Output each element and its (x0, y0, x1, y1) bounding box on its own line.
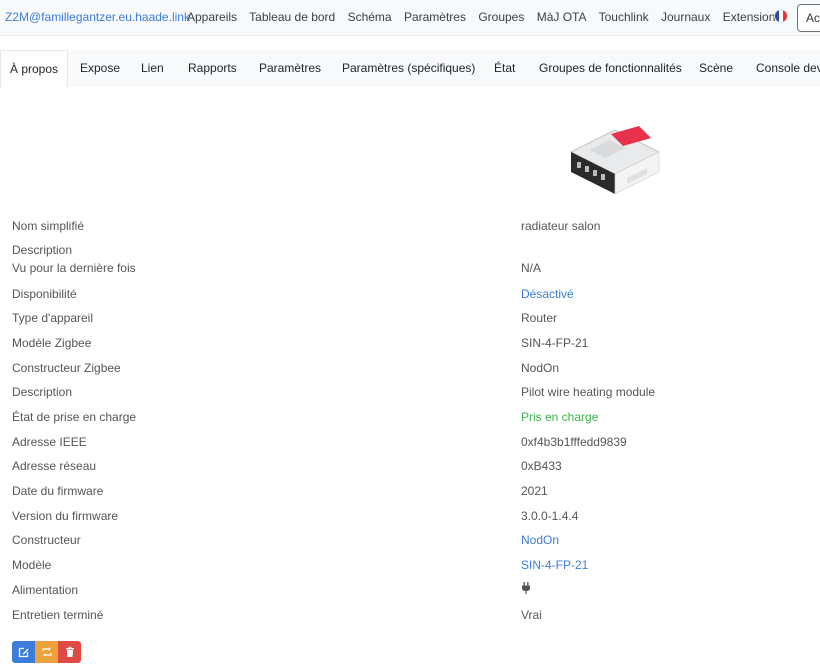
nav-link-maj-ota[interactable]: MàJ OTA (537, 10, 587, 24)
edit-button[interactable] (12, 641, 35, 663)
nav-link-tableau-de-bord[interactable]: Tableau de bord (249, 10, 335, 24)
top-navbar: Z2M@famillegantzer.eu.haade.link Apparei… (0, 0, 820, 36)
trash-icon (65, 646, 74, 657)
nav-links: Appareils Tableau de bord Schéma Paramèt… (187, 10, 790, 24)
label-nom-simplifie: Nom simplifié (12, 219, 85, 233)
tab-lien[interactable]: Lien (141, 50, 164, 86)
label-version-firmware: Version du firmware (12, 509, 119, 523)
label-alimentation: Alimentation (12, 583, 79, 597)
value-constructeur-link[interactable]: NodOn (521, 533, 559, 547)
tab-a-propos[interactable]: À propos (0, 50, 68, 87)
value-adresse-ieee: 0xf4b3b1fffedd9839 (521, 435, 627, 449)
edit-icon (18, 647, 29, 658)
nav-link-touchlink[interactable]: Touchlink (599, 10, 649, 24)
label-constructeur: Constructeur (12, 533, 81, 547)
device-tabs: À propos Expose Lien Rapports Paramètres… (0, 50, 820, 87)
nav-link-appareils[interactable]: Appareils (187, 10, 237, 24)
value-description-2: Pilot wire heating module (521, 385, 656, 399)
account-button[interactable]: Ac (797, 4, 820, 32)
tab-scene[interactable]: Scène (699, 50, 733, 86)
label-etat-prise-en-charge: État de prise en charge (12, 410, 137, 424)
value-etat-prise-en-charge: Pris en charge (521, 410, 599, 424)
value-constructeur-zigbee: NodOn (521, 361, 560, 375)
value-type-appareil: Router (521, 311, 558, 325)
nav-link-extensions[interactable]: Extensions (723, 10, 782, 24)
device-image (570, 126, 660, 195)
value-alimentation (521, 582, 531, 597)
tab-parametres-specifiques[interactable]: Paramètres (spécifiques) (342, 50, 475, 86)
value-entretien-termine: Vrai (521, 608, 542, 622)
nav-link-schema[interactable]: Schéma (348, 10, 392, 24)
value-disponibilite-link[interactable]: Désactivé (521, 287, 574, 301)
tab-expose[interactable]: Expose (80, 50, 120, 86)
tab-groupes-fonctionnalites[interactable]: Groupes de fonctionnalités (539, 50, 682, 86)
value-modele-zigbee: SIN-4-FP-21 (521, 336, 589, 350)
tab-parametres[interactable]: Paramètres (259, 50, 321, 86)
label-entretien-termine: Entretien terminé (12, 608, 104, 622)
value-nom-simplifie: radiateur salon (521, 219, 601, 233)
plug-icon (522, 582, 530, 594)
device-actions (12, 641, 81, 663)
rename-button[interactable] (35, 641, 58, 663)
value-modele-link[interactable]: SIN-4-FP-21 (521, 558, 588, 572)
tab-console-dev[interactable]: Console dev (756, 50, 820, 86)
value-adresse-reseau: 0xB433 (521, 459, 562, 473)
label-disponibilite: Disponibilité (12, 287, 77, 301)
tab-etat[interactable]: État (494, 50, 515, 86)
sync-icon (41, 647, 52, 657)
value-version-firmware: 3.0.0-1.4.4 (521, 509, 579, 523)
label-constructeur-zigbee: Constructeur Zigbee (12, 361, 121, 375)
label-date-firmware: Date du firmware (12, 484, 104, 498)
label-type-appareil: Type d'appareil (12, 311, 94, 325)
label-vu-derniere-fois: Vu pour la dernière fois (12, 261, 136, 275)
delete-button[interactable] (58, 641, 81, 663)
label-adresse-reseau: Adresse réseau (12, 459, 97, 473)
brand-link[interactable]: Z2M@famillegantzer.eu.haade.link (5, 10, 190, 24)
value-date-firmware: 2021 (521, 484, 548, 498)
label-modele: Modèle (12, 558, 52, 572)
tab-rapports[interactable]: Rapports (188, 50, 237, 86)
french-flag-icon[interactable] (774, 9, 788, 23)
nav-link-parametres[interactable]: Paramètres (404, 10, 466, 24)
label-adresse-ieee: Adresse IEEE (12, 435, 87, 449)
label-description-2: Description (12, 385, 73, 399)
label-modele-zigbee: Modèle Zigbee (12, 336, 92, 350)
value-vu-derniere-fois: N/A (521, 261, 542, 275)
nav-link-journaux[interactable]: Journaux (661, 10, 710, 24)
label-description: Description (12, 243, 73, 257)
nav-link-groupes[interactable]: Groupes (478, 10, 524, 24)
